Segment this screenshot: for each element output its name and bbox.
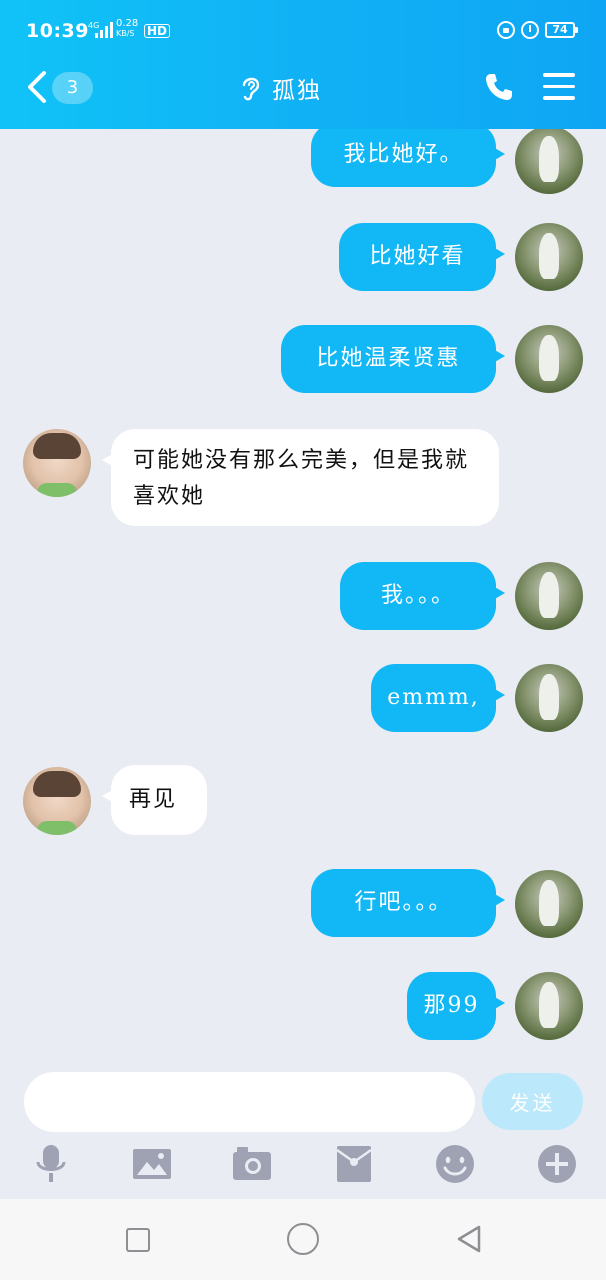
my-avatar[interactable] (515, 562, 583, 630)
emoji-icon[interactable] (435, 1144, 475, 1184)
my-avatar[interactable] (515, 972, 583, 1040)
send-button[interactable]: 发送 (482, 1073, 583, 1130)
status-time: 10:39 (26, 20, 89, 42)
network-speed-unit: KB/S (116, 29, 135, 38)
phone-icon[interactable] (484, 72, 514, 102)
signal-icon (95, 22, 113, 38)
nav-bar: 3 孤独 (0, 62, 606, 129)
unread-count-badge[interactable]: 3 (52, 72, 93, 104)
composer-bar: 发送 (0, 1059, 606, 1199)
network-speed-value: 0.28 (116, 18, 139, 29)
message-bubble[interactable]: emmm, (371, 664, 505, 732)
my-avatar[interactable] (515, 664, 583, 732)
my-avatar[interactable] (515, 223, 583, 291)
system-nav-bar (0, 1199, 606, 1280)
message-bubble[interactable]: 行吧。。。 (311, 869, 505, 937)
message-bubble[interactable]: 我比她好。 (311, 129, 505, 187)
message-input[interactable] (24, 1072, 475, 1132)
microphone-icon[interactable] (31, 1144, 71, 1184)
contact-avatar[interactable] (23, 767, 91, 835)
chat-title: 孤独 (272, 78, 322, 104)
message-bubble[interactable]: 我。。。 (340, 562, 505, 630)
home-icon[interactable] (287, 1223, 319, 1255)
chat-title-area[interactable]: 孤独 (238, 70, 322, 106)
camera-icon[interactable] (232, 1144, 272, 1184)
system-back-icon[interactable] (455, 1224, 483, 1254)
message-bubble[interactable]: 可能她没有那么完美，但是我就喜欢她 (102, 429, 499, 526)
contact-avatar[interactable] (23, 429, 91, 497)
battery-icon: 74 (545, 22, 578, 38)
message-bubble[interactable]: 比她温柔贤惠 (281, 325, 505, 393)
hd-badge: HD (144, 24, 171, 38)
message-bubble[interactable]: 再见 (102, 765, 207, 835)
back-icon[interactable] (24, 70, 50, 104)
message-bubble[interactable]: 那99 (407, 972, 505, 1040)
ear-icon (242, 77, 260, 101)
status-bar: 10:39 4G 0.28 KB/S HD 74 (0, 0, 606, 62)
my-avatar[interactable] (515, 129, 583, 194)
plus-icon[interactable] (537, 1144, 577, 1184)
my-avatar[interactable] (515, 325, 583, 393)
network-speed: 0.28 KB/S (116, 19, 138, 39)
message-bubble[interactable]: 比她好看 (339, 223, 505, 291)
battery-level: 74 (552, 23, 568, 36)
chat-header: 10:39 4G 0.28 KB/S HD 74 3 孤独 (0, 0, 606, 129)
alarm-icon (521, 21, 539, 39)
rotation-lock-icon (497, 21, 515, 39)
image-icon[interactable] (132, 1144, 172, 1184)
menu-icon[interactable] (543, 73, 575, 100)
my-avatar[interactable] (515, 870, 583, 938)
message-list[interactable]: 我比她好。 比她好看 比她温柔贤惠 可能她没有那么完美，但是我就喜欢她 我。。。… (0, 129, 606, 1059)
red-packet-icon[interactable] (334, 1144, 374, 1184)
recent-apps-icon[interactable] (126, 1228, 150, 1252)
